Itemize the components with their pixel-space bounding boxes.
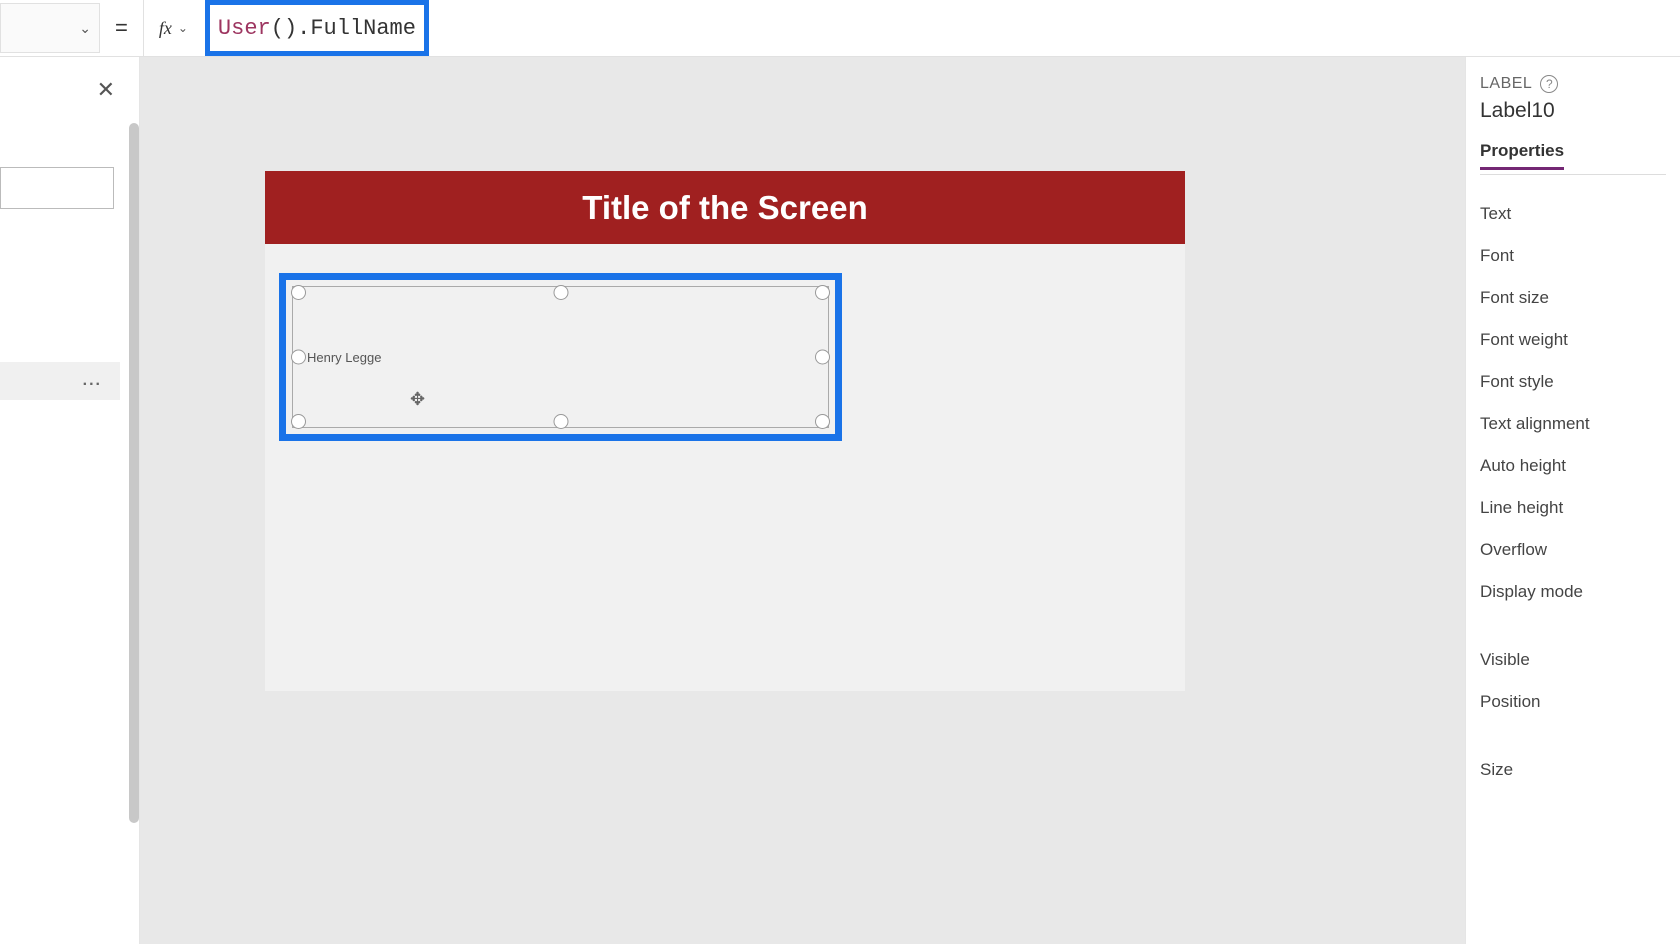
chevron-down-icon: ⌄ (178, 21, 188, 35)
prop-position[interactable]: Position (1480, 681, 1666, 723)
prop-font-size[interactable]: Font size (1480, 277, 1666, 319)
prop-auto-height[interactable]: Auto height (1480, 445, 1666, 487)
prop-font[interactable]: Font (1480, 235, 1666, 277)
property-dropdown[interactable]: ⌄ (0, 3, 100, 53)
tab-properties[interactable]: Properties (1480, 141, 1564, 170)
resize-handle-e[interactable] (815, 350, 830, 365)
label-text: Henry Legge (307, 350, 381, 365)
formula-input[interactable]: User().FullName (218, 16, 416, 41)
close-icon[interactable]: ✕ (97, 77, 115, 103)
resize-handle-nw[interactable] (291, 285, 306, 300)
resize-handle-s[interactable] (553, 414, 568, 429)
paren-close: ) (284, 16, 297, 41)
resize-handle-sw[interactable] (291, 414, 306, 429)
panel-heading: LABEL ? (1480, 75, 1666, 93)
canvas[interactable]: Title of the Screen Henry Legge ✥ (140, 57, 1465, 944)
dot: . (297, 16, 310, 41)
resize-handle-w[interactable] (291, 350, 306, 365)
prop-text-alignment[interactable]: Text alignment (1480, 403, 1666, 445)
formula-input-highlight: User().FullName (205, 0, 429, 56)
resize-handle-ne[interactable] (815, 285, 830, 300)
panel-heading-text: LABEL (1480, 75, 1532, 93)
prop-text[interactable]: Text (1480, 193, 1666, 235)
screen-title: Title of the Screen (582, 189, 867, 227)
paren-open: ( (271, 16, 284, 41)
more-icon[interactable]: ... (83, 372, 102, 390)
help-icon[interactable]: ? (1540, 75, 1558, 93)
properties-panel: LABEL ? Label10 Properties Text Font Fon… (1465, 57, 1680, 944)
move-cursor-icon: ✥ (410, 389, 425, 410)
label-control[interactable]: Henry Legge ✥ (292, 286, 829, 428)
fx-section[interactable]: fx ⌄ (143, 0, 203, 56)
formula-func: User (218, 16, 271, 41)
tree-item-selected[interactable]: ... (0, 362, 120, 400)
equals-sign: = (100, 15, 143, 41)
main-area: ✕ ... Title of the Screen Henry Legge ✥ (0, 57, 1680, 944)
screen-frame[interactable]: Title of the Screen Henry Legge ✥ (265, 171, 1185, 691)
screen-header[interactable]: Title of the Screen (265, 171, 1185, 244)
resize-handle-n[interactable] (553, 285, 568, 300)
prop-font-weight[interactable]: Font weight (1480, 319, 1666, 361)
tree-panel: ✕ ... (0, 57, 140, 944)
prop-visible[interactable]: Visible (1480, 639, 1666, 681)
tab-divider (1480, 174, 1666, 175)
prop-display-mode[interactable]: Display mode (1480, 571, 1666, 613)
fx-label: fx (159, 18, 172, 39)
prop-overflow[interactable]: Overflow (1480, 529, 1666, 571)
scrollbar[interactable] (129, 123, 139, 823)
resize-handle-se[interactable] (815, 414, 830, 429)
element-name: Label10 (1480, 99, 1666, 123)
prop-line-height[interactable]: Line height (1480, 487, 1666, 529)
prop-font-style[interactable]: Font style (1480, 361, 1666, 403)
chevron-down-icon: ⌄ (79, 20, 91, 37)
prop-size[interactable]: Size (1480, 749, 1666, 791)
formula-bar: ⌄ = fx ⌄ User().FullName (0, 0, 1680, 57)
formula-prop: FullName (310, 16, 416, 41)
selection-highlight: Henry Legge ✥ (279, 273, 842, 441)
tree-search-input[interactable] (0, 167, 114, 209)
